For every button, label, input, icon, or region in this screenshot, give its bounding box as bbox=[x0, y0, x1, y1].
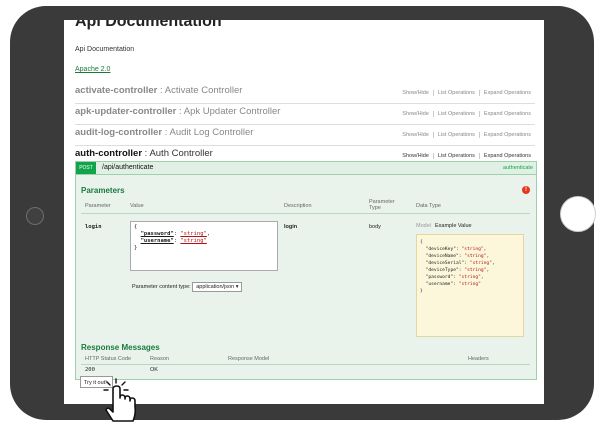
controller-name: activate-controller bbox=[75, 85, 158, 96]
param-type: body bbox=[369, 224, 381, 230]
expand-operations-link[interactable]: Expand Operations bbox=[480, 111, 531, 117]
example-val: "string" bbox=[458, 275, 481, 280]
controller-row-apk-updater[interactable]: apk-updater-controller : Apk Updater Con… bbox=[75, 103, 535, 125]
controller-ops: Show/Hide List Operations Expand Operation… bbox=[398, 90, 531, 96]
page-title: Api Documentation bbox=[75, 20, 222, 30]
controller-title[interactable]: activate-controller : Activate Controlle… bbox=[75, 85, 242, 96]
show-hide-link[interactable]: Show/Hide bbox=[398, 90, 434, 96]
example-val: "string" bbox=[461, 247, 484, 252]
camera-dot bbox=[26, 207, 44, 225]
col-parameter: Parameter bbox=[85, 203, 111, 209]
json-val-username: "string" bbox=[180, 238, 207, 244]
screen: Api Documentation Api Documentation Apac… bbox=[64, 20, 544, 404]
param-name: login bbox=[85, 224, 102, 230]
tap-hand-icon bbox=[103, 378, 137, 422]
response-reason: OK bbox=[150, 367, 158, 373]
content-type-select[interactable]: application/json ▾ bbox=[192, 282, 243, 292]
json-val-password: "string" bbox=[180, 231, 207, 237]
col-parameter-type: Parameter Type bbox=[369, 199, 395, 211]
controller-row-activate[interactable]: activate-controller : Activate Controlle… bbox=[75, 82, 535, 104]
controller-ops: Show/Hide List Operations Expand Operation… bbox=[398, 132, 531, 138]
col-parameter-type-line2: Type bbox=[369, 205, 381, 211]
example-key: "username" bbox=[425, 282, 454, 287]
show-hide-link[interactable]: Show/Hide bbox=[398, 111, 434, 117]
col-response-model: Response Model bbox=[228, 356, 270, 362]
controller-ops: Show/Hide List Operations Expand Operation… bbox=[398, 111, 531, 117]
alert-icon: ! bbox=[522, 186, 530, 194]
col-data-type: Data Type bbox=[416, 203, 441, 209]
json-brace-open: { bbox=[134, 224, 138, 230]
response-code: 200 bbox=[85, 367, 95, 373]
controller-desc: Apk Updater Controller bbox=[183, 106, 281, 117]
example-val: "string" bbox=[464, 254, 487, 259]
example-val: "string" bbox=[469, 261, 492, 266]
expand-operations-link[interactable]: Expand Operations bbox=[480, 153, 531, 159]
http-method-badge[interactable]: POST bbox=[76, 162, 96, 174]
tab-example-value[interactable]: Example Value bbox=[435, 223, 472, 229]
model-tabs: Model Example Value bbox=[416, 223, 472, 229]
controller-desc: Activate Controller bbox=[164, 85, 243, 96]
tab-model[interactable]: Model bbox=[416, 223, 431, 229]
show-hide-link[interactable]: Show/Hide bbox=[398, 153, 434, 159]
content-type-value: application/json bbox=[196, 284, 235, 290]
controller-name: audit-log-controller bbox=[75, 127, 163, 138]
list-operations-link[interactable]: List Operations bbox=[433, 153, 480, 159]
json-key-password: "password" bbox=[140, 231, 174, 237]
content-type-label: Parameter content type: bbox=[132, 284, 191, 290]
example-val: "string" bbox=[458, 282, 481, 287]
endpoint-summary-link[interactable]: authenticate bbox=[503, 165, 533, 171]
controller-title[interactable]: auth-controller : Auth Controller bbox=[75, 148, 213, 159]
header-divider bbox=[81, 213, 530, 214]
list-operations-link[interactable]: List Operations bbox=[433, 132, 480, 138]
page-subtitle: Api Documentation bbox=[75, 46, 135, 53]
content-type-row: Parameter content type: application/json… bbox=[132, 282, 243, 292]
endpoint-panel: POST /api/authenticate authenticate Para… bbox=[75, 161, 537, 380]
home-button bbox=[560, 196, 596, 232]
controller-name: auth-controller bbox=[75, 148, 143, 159]
chevron-down-icon: ▾ bbox=[235, 284, 239, 290]
example-key: "deviceType" bbox=[425, 268, 459, 273]
json-brace-close: } bbox=[134, 245, 138, 251]
col-http-status: HTTP Status Code bbox=[85, 356, 132, 362]
response-header-divider bbox=[81, 364, 530, 365]
param-description: login bbox=[284, 224, 298, 230]
col-value: Value bbox=[130, 203, 144, 209]
example-key: "deviceName" bbox=[425, 254, 459, 259]
expand-operations-link[interactable]: Expand Operations bbox=[480, 132, 531, 138]
col-description: Description bbox=[284, 203, 312, 209]
controller-title[interactable]: apk-updater-controller : Apk Updater Con… bbox=[75, 106, 280, 117]
controller-desc: Audit Log Controller bbox=[169, 127, 254, 138]
controller-title[interactable]: audit-log-controller : Audit Log Control… bbox=[75, 127, 253, 138]
response-messages-heading: Response Messages bbox=[81, 343, 160, 352]
show-hide-link[interactable]: Show/Hide bbox=[398, 132, 434, 138]
controller-ops: Show/Hide List Operations Expand Operation… bbox=[398, 153, 531, 159]
example-key: "deviceKey" bbox=[425, 247, 456, 252]
expand-operations-link[interactable]: Expand Operations bbox=[480, 90, 531, 96]
list-operations-link[interactable]: List Operations bbox=[433, 90, 480, 96]
controller-row-audit-log[interactable]: audit-log-controller : Audit Log Control… bbox=[75, 124, 535, 146]
controller-desc: Auth Controller bbox=[149, 148, 213, 159]
body-textarea[interactable]: { "password": "string", "username": "str… bbox=[130, 221, 278, 271]
col-headers: Headers bbox=[468, 356, 489, 362]
controller-name: apk-updater-controller bbox=[75, 106, 177, 117]
endpoint-header[interactable]: POST /api/authenticate authenticate bbox=[76, 162, 536, 175]
col-reason: Reason bbox=[150, 356, 169, 362]
license-link[interactable]: Apache 2.0 bbox=[75, 66, 110, 73]
parameters-heading: Parameters bbox=[81, 186, 125, 195]
example-key: "deviceSerial" bbox=[425, 261, 465, 266]
json-key-username: "username" bbox=[140, 238, 174, 244]
example-key: "password" bbox=[425, 275, 454, 280]
endpoint-path[interactable]: /api/authenticate bbox=[102, 164, 153, 171]
example-value-box[interactable]: { "deviceKey": "string", "deviceName": "… bbox=[416, 234, 524, 337]
list-operations-link[interactable]: List Operations bbox=[433, 111, 480, 117]
example-val: "string" bbox=[464, 268, 487, 273]
